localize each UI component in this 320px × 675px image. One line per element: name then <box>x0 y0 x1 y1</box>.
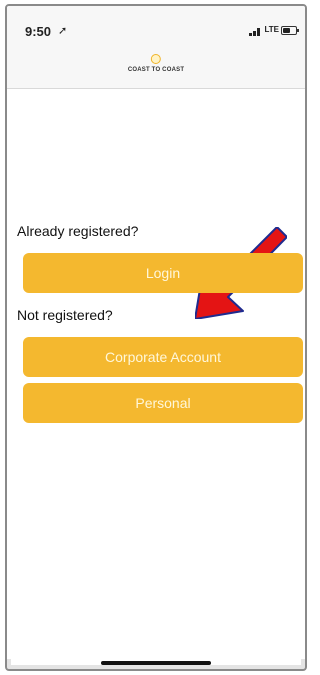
content-area: Already registered? Login Not registered… <box>7 89 305 659</box>
signal-icon <box>249 26 263 36</box>
login-button[interactable]: Login <box>23 253 303 293</box>
network-label: LTE <box>264 25 279 34</box>
app-logo: COAST TO COAST <box>128 54 184 73</box>
battery-icon <box>281 26 299 35</box>
status-bar: 9:50 ➚ LTE <box>7 6 305 46</box>
not-registered-prompt: Not registered? <box>17 307 113 323</box>
status-time: 9:50 <box>25 24 52 39</box>
corporate-account-button[interactable]: Corporate Account <box>23 337 303 377</box>
phone-screen: 9:50 ➚ LTE COAST TO COAST Already regist… <box>5 4 307 671</box>
personal-button[interactable]: Personal <box>23 383 303 423</box>
registered-prompt: Already registered? <box>17 223 139 239</box>
nav-bar: COAST TO COAST <box>7 46 305 89</box>
battery-fill <box>283 28 290 33</box>
sun-logo-icon <box>150 54 161 64</box>
location-icon: ➚ <box>58 25 68 37</box>
logo-text: COAST TO COAST <box>127 67 185 73</box>
home-indicator[interactable] <box>101 661 211 665</box>
